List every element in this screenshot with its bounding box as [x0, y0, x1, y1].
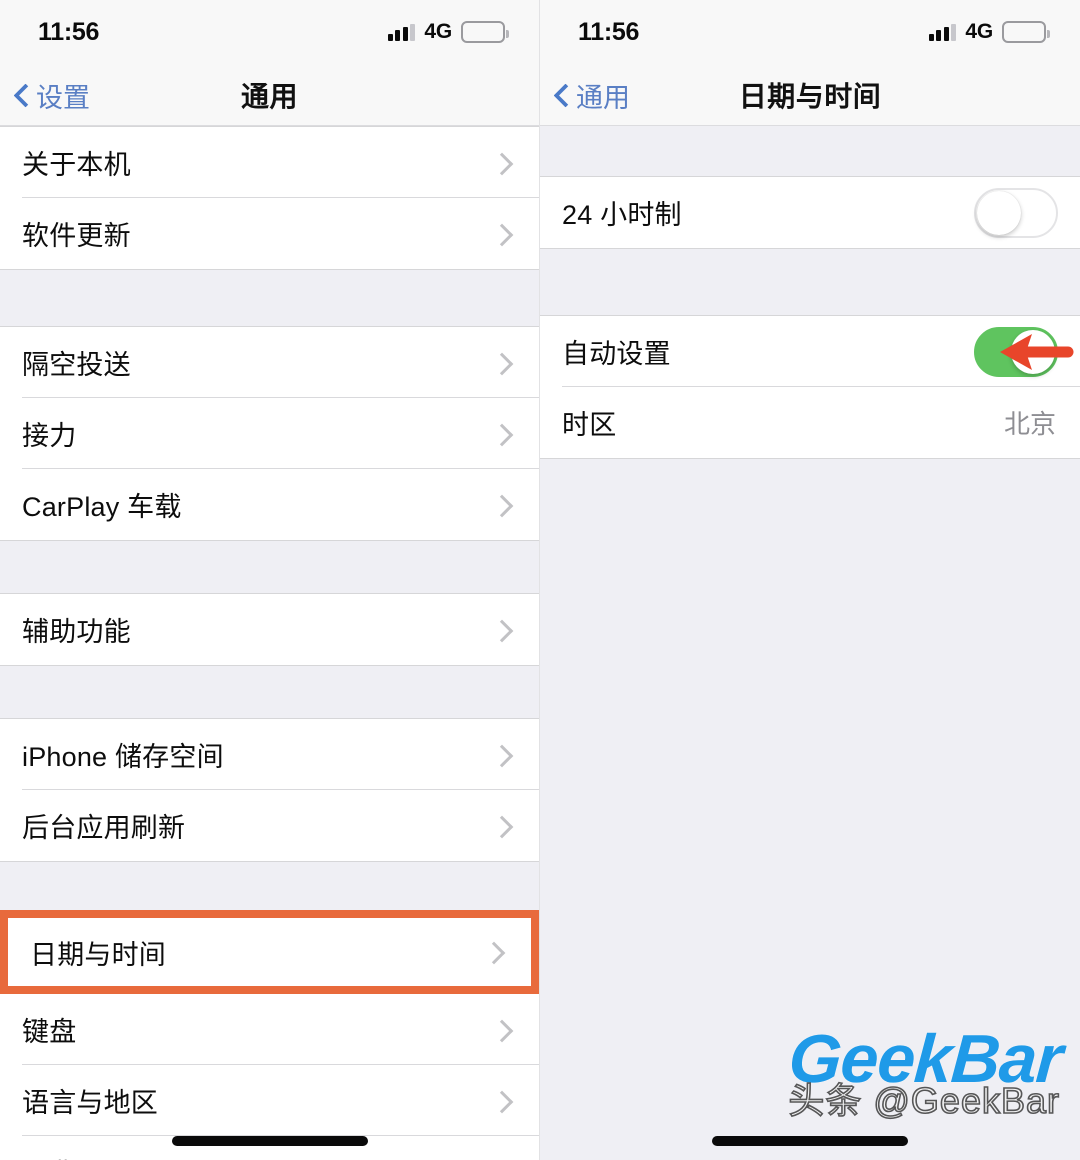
list-item-label: 自动设置	[562, 339, 671, 369]
list-item-label: iPhone 储存空间	[22, 742, 224, 772]
back-button[interactable]: 通用	[540, 76, 630, 115]
chevron-right-icon	[493, 354, 511, 372]
list-item-iphone-storage[interactable]: iPhone 储存空间	[0, 719, 539, 790]
section-gap	[540, 126, 1080, 176]
right-phone-screen: 11:56 4G 通用 日期与时间 24 小时制 自动设置 时区 北京 Geek…	[540, 0, 1080, 1160]
signal-bars-icon	[387, 23, 416, 41]
list-item-label: 软件更新	[22, 221, 131, 251]
battery-icon	[461, 21, 509, 43]
settings-section-storage: iPhone 储存空间 后台应用刷新	[0, 719, 539, 861]
list-item-label: 日期与时间	[30, 939, 166, 970]
status-time: 11:56	[38, 17, 100, 46]
navigation-bar: 通用 日期与时间	[540, 64, 1080, 126]
section-gap	[0, 666, 539, 718]
list-item-set-automatically[interactable]: 自动设置	[540, 316, 1080, 387]
list-item-keyboard[interactable]: 键盘	[0, 994, 539, 1065]
list-item-airdrop[interactable]: 隔空投送	[0, 327, 539, 398]
list-item-label: 后台应用刷新	[22, 813, 186, 843]
list-item-background-refresh[interactable]: 后台应用刷新	[0, 790, 539, 861]
settings-section-accessibility: 辅助功能	[0, 594, 539, 665]
section-gap	[0, 862, 539, 910]
list-item-label: 隔空投送	[22, 350, 131, 380]
chevron-right-icon	[493, 225, 511, 243]
list-item-label: 接力	[22, 421, 77, 451]
signal-bars-icon	[928, 23, 957, 41]
chevron-left-icon	[14, 83, 29, 108]
list-item-label: 键盘	[22, 1017, 77, 1047]
section-gap	[0, 270, 539, 326]
toggle-24-hour-time[interactable]	[974, 187, 1058, 238]
list-item-accessibility[interactable]: 辅助功能	[0, 594, 539, 665]
chevron-right-icon	[493, 425, 511, 443]
settings-section-hour-format: 24 小时制	[540, 177, 1080, 248]
settings-section-connectivity: 隔空投送 接力 CarPlay 车载	[0, 327, 539, 540]
list-item-carplay[interactable]: CarPlay 车载	[0, 469, 539, 540]
home-indicator	[712, 1136, 908, 1146]
status-indicators: 4G	[387, 20, 509, 44]
list-item-label: 关于本机	[22, 150, 131, 180]
list-item-time-zone[interactable]: 时区 北京	[540, 387, 1080, 458]
battery-icon	[1002, 21, 1050, 43]
dual-screenshot-container: 11:56 4G 设置 通用 关于本机 软件更新 隔空投送 接力 CarPlay…	[0, 0, 1080, 1160]
list-item-label: 24 小时制	[562, 200, 682, 230]
back-button[interactable]: 设置	[0, 76, 90, 115]
network-type-label: 4G	[424, 20, 452, 43]
date-time-settings-list[interactable]: 24 小时制 自动设置 时区 北京	[540, 126, 1080, 1160]
home-indicator	[171, 1136, 368, 1146]
settings-section-auto-timezone: 自动设置 时区 北京	[540, 316, 1080, 458]
settings-section-device: 关于本机 软件更新	[0, 127, 539, 269]
list-item-label: 辅助功能	[22, 617, 131, 647]
left-phone-screen: 11:56 4G 设置 通用 关于本机 软件更新 隔空投送 接力 CarPlay…	[0, 0, 540, 1160]
navigation-bar: 设置 通用	[0, 64, 539, 126]
chevron-right-icon	[493, 746, 511, 764]
section-gap	[540, 249, 1080, 315]
status-bar: 11:56 4G	[0, 0, 539, 64]
section-gap	[0, 541, 539, 593]
list-item-about[interactable]: 关于本机	[0, 127, 539, 198]
list-item-handoff[interactable]: 接力	[0, 398, 539, 469]
list-item-label: CarPlay 车载	[22, 492, 182, 522]
list-item-label: 词典	[22, 1152, 76, 1160]
list-item-label: 语言与地区	[22, 1088, 158, 1118]
chevron-right-icon	[493, 1021, 511, 1039]
status-indicators: 4G	[928, 20, 1050, 44]
back-button-label: 通用	[576, 82, 630, 113]
list-item-label: 时区	[562, 410, 617, 440]
chevron-left-icon	[554, 83, 569, 108]
list-item-24-hour-time[interactable]: 24 小时制	[540, 177, 1080, 248]
highlight-box-date-time: 日期与时间	[0, 910, 539, 994]
status-bar: 11:56 4G	[540, 0, 1080, 64]
status-time: 11:56	[578, 17, 640, 46]
back-button-label: 设置	[36, 82, 90, 113]
list-item-software-update[interactable]: 软件更新	[0, 198, 539, 269]
time-zone-value: 北京	[1003, 409, 1056, 439]
chevron-right-icon	[493, 1092, 511, 1110]
chevron-right-icon	[493, 621, 511, 639]
settings-list[interactable]: 关于本机 软件更新 隔空投送 接力 CarPlay 车载 辅助功能 iPhone…	[0, 126, 539, 1160]
chevron-right-icon	[493, 817, 511, 835]
list-item-language-region[interactable]: 语言与地区	[0, 1065, 539, 1136]
chevron-right-icon	[485, 943, 503, 961]
chevron-right-icon	[493, 154, 511, 172]
chevron-right-icon	[493, 496, 511, 514]
toggle-set-automatically[interactable]	[974, 326, 1058, 377]
list-item-date-time[interactable]: 日期与时间	[8, 918, 531, 986]
network-type-label: 4G	[965, 20, 993, 43]
